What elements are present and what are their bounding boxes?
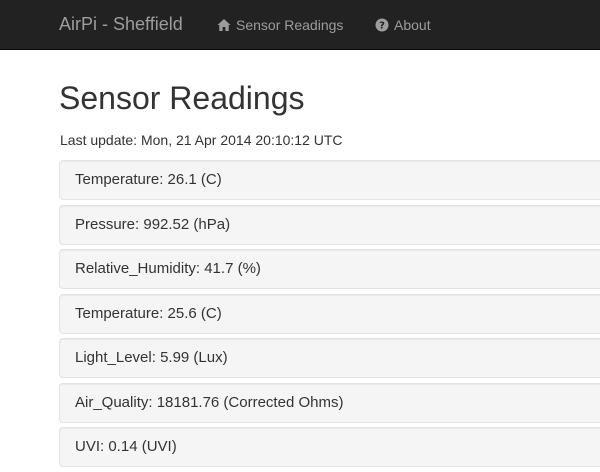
last-update-value: Mon, 21 Apr 2014 20:10:12 UTC <box>140 132 343 148</box>
question-circle-icon: ? <box>375 18 389 32</box>
brand-link[interactable]: AirPi - Sheffield <box>59 13 183 35</box>
home-icon <box>217 18 231 32</box>
page-title: Sensor Readings <box>59 80 305 116</box>
nav-sensor-readings-label: Sensor Readings <box>236 17 344 33</box>
reading-item: Temperature: 25.6 (C) <box>59 293 600 334</box>
reading-item: Relative_Humidity: 41.7 (%) <box>59 249 600 289</box>
last-update: Last update: Mon, 21 Apr 2014 20:10:12 U… <box>60 131 343 149</box>
reading-item: Light_Level: 5.99 (Lux) <box>59 338 600 378</box>
reading-item: UVI: 0.14 (UVI) <box>59 427 600 467</box>
reading-item: Air_Quality: 18181.76 (Corrected Ohms) <box>59 382 600 423</box>
last-update-label: Last update: <box>60 132 138 148</box>
reading-item: Pressure: 992.52 (hPa) <box>59 204 600 245</box>
readings-list: Temperature: 26.1 (C) Pressure: 992.52 (… <box>59 160 600 472</box>
svg-text:?: ? <box>379 21 385 32</box>
nav-about-link[interactable]: ? About <box>375 16 431 34</box>
navbar: AirPi - Sheffield Sensor Readings ? Abou… <box>0 0 600 50</box>
nav-sensor-readings-link[interactable]: Sensor Readings <box>217 16 343 34</box>
reading-item: Temperature: 26.1 (C) <box>59 160 600 200</box>
nav-about-label: About <box>394 17 431 33</box>
